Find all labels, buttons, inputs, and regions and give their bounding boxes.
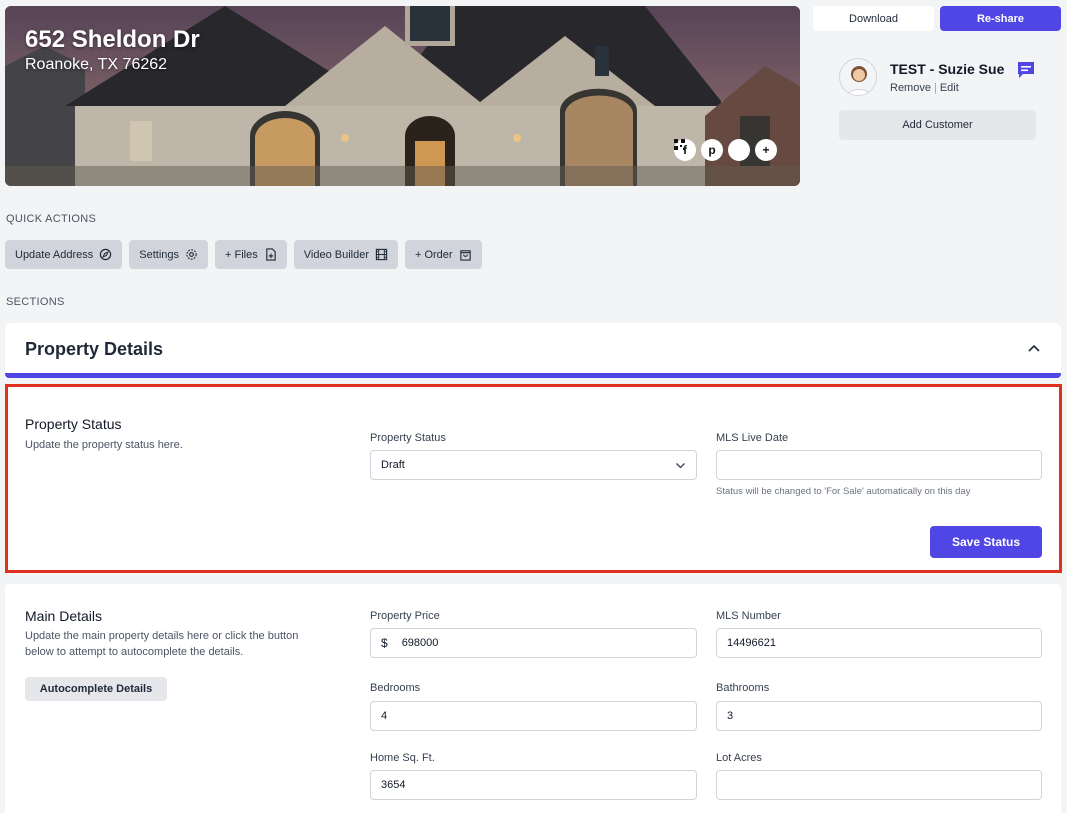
main-details-title: Main Details — [25, 608, 103, 624]
bedrooms-label: Bedrooms — [370, 682, 421, 694]
lot-acres-label: Lot Acres — [716, 752, 762, 764]
add-order-button[interactable]: + Order — [404, 240, 482, 269]
update-address-label: Update Address — [15, 248, 94, 261]
settings-button[interactable]: Settings — [129, 240, 209, 269]
bathrooms-label: Bathrooms — [716, 682, 770, 694]
file-plus-icon — [265, 248, 276, 261]
mls-number-label: MLS Number — [716, 610, 781, 622]
save-status-button[interactable]: Save Status — [930, 526, 1042, 558]
property-price-input[interactable]: $ 698000 — [370, 628, 697, 658]
property-status-value: Draft — [381, 459, 405, 471]
quick-actions-bar: Update Address Settings + Files Video Bu… — [5, 240, 482, 269]
add-customer-button[interactable]: Add Customer — [839, 110, 1036, 140]
film-icon — [375, 248, 388, 261]
chevron-up-icon[interactable] — [1027, 341, 1041, 355]
bedrooms-input[interactable]: 4 — [370, 701, 697, 731]
lot-acres-input[interactable] — [716, 770, 1042, 800]
customer-name: TEST - Suzie Sue — [890, 61, 1005, 77]
bathrooms-input[interactable]: 3 — [716, 701, 1042, 731]
add-order-label: + Order — [414, 248, 453, 261]
home-sqft-label: Home Sq. Ft. — [370, 752, 435, 764]
currency-prefix: $ — [381, 636, 388, 650]
quick-actions-heading: QUICK ACTIONS — [6, 213, 97, 225]
property-price-label: Property Price — [370, 610, 440, 622]
property-hero-image: 652 Sheldon Dr Roanoke, TX 76262 f p + — [5, 6, 800, 186]
plus-icon[interactable]: + — [755, 139, 777, 161]
reshare-button[interactable]: Re-share — [940, 6, 1061, 31]
share-icons: f p + — [674, 139, 777, 161]
mls-live-date-input[interactable] — [716, 450, 1042, 480]
gear-icon — [186, 249, 197, 260]
mls-number-input[interactable]: 14496621 — [716, 628, 1042, 658]
pinterest-icon[interactable]: p — [701, 139, 723, 161]
add-files-button[interactable]: + Files — [215, 240, 287, 269]
link-separator: | — [933, 82, 937, 94]
mls-live-date-label: MLS Live Date — [716, 432, 789, 444]
qr-code-icon[interactable] — [674, 139, 750, 161]
remove-customer-link[interactable]: Remove — [890, 82, 931, 94]
edit-customer-link[interactable]: Edit — [940, 82, 959, 94]
video-builder-label: Video Builder — [303, 248, 369, 261]
chevron-down-icon — [676, 463, 685, 469]
home-sqft-input[interactable]: 3654 — [370, 770, 697, 800]
update-address-button[interactable]: Update Address — [5, 240, 123, 269]
main-details-description-line2: below to attempt to autocomplete the det… — [25, 646, 244, 658]
mls-live-date-hint: Status will be changed to 'For Sale' aut… — [716, 486, 971, 497]
property-details-title: Property Details — [25, 339, 164, 359]
download-button[interactable]: Download — [813, 6, 934, 31]
property-status-select[interactable]: Draft — [370, 450, 697, 480]
property-status-label: Property Status — [370, 432, 446, 444]
property-city: Roanoke, TX 76262 — [25, 56, 168, 73]
main-details-description-line1: Update the main property details here or… — [25, 630, 299, 642]
status-card-description: Update the property status here. — [25, 439, 183, 451]
property-price-value: 698000 — [401, 637, 439, 649]
property-address: 652 Sheldon Dr — [25, 26, 200, 53]
message-icon[interactable] — [1016, 60, 1036, 80]
settings-label: Settings — [139, 248, 180, 261]
add-files-label: + Files — [225, 248, 258, 261]
video-builder-button[interactable]: Video Builder — [293, 240, 398, 269]
section-accent-bar — [5, 373, 1061, 378]
customer-links: Remove | Edit — [890, 82, 959, 94]
bag-icon — [459, 250, 471, 261]
customer-avatar — [839, 58, 877, 96]
sections-heading: SECTIONS — [6, 296, 65, 308]
autocomplete-details-button[interactable]: Autocomplete Details — [25, 677, 167, 701]
status-card-title: Property Status — [25, 416, 122, 432]
property-details-header[interactable]: Property Details — [5, 323, 1061, 378]
compass-icon — [100, 248, 112, 261]
